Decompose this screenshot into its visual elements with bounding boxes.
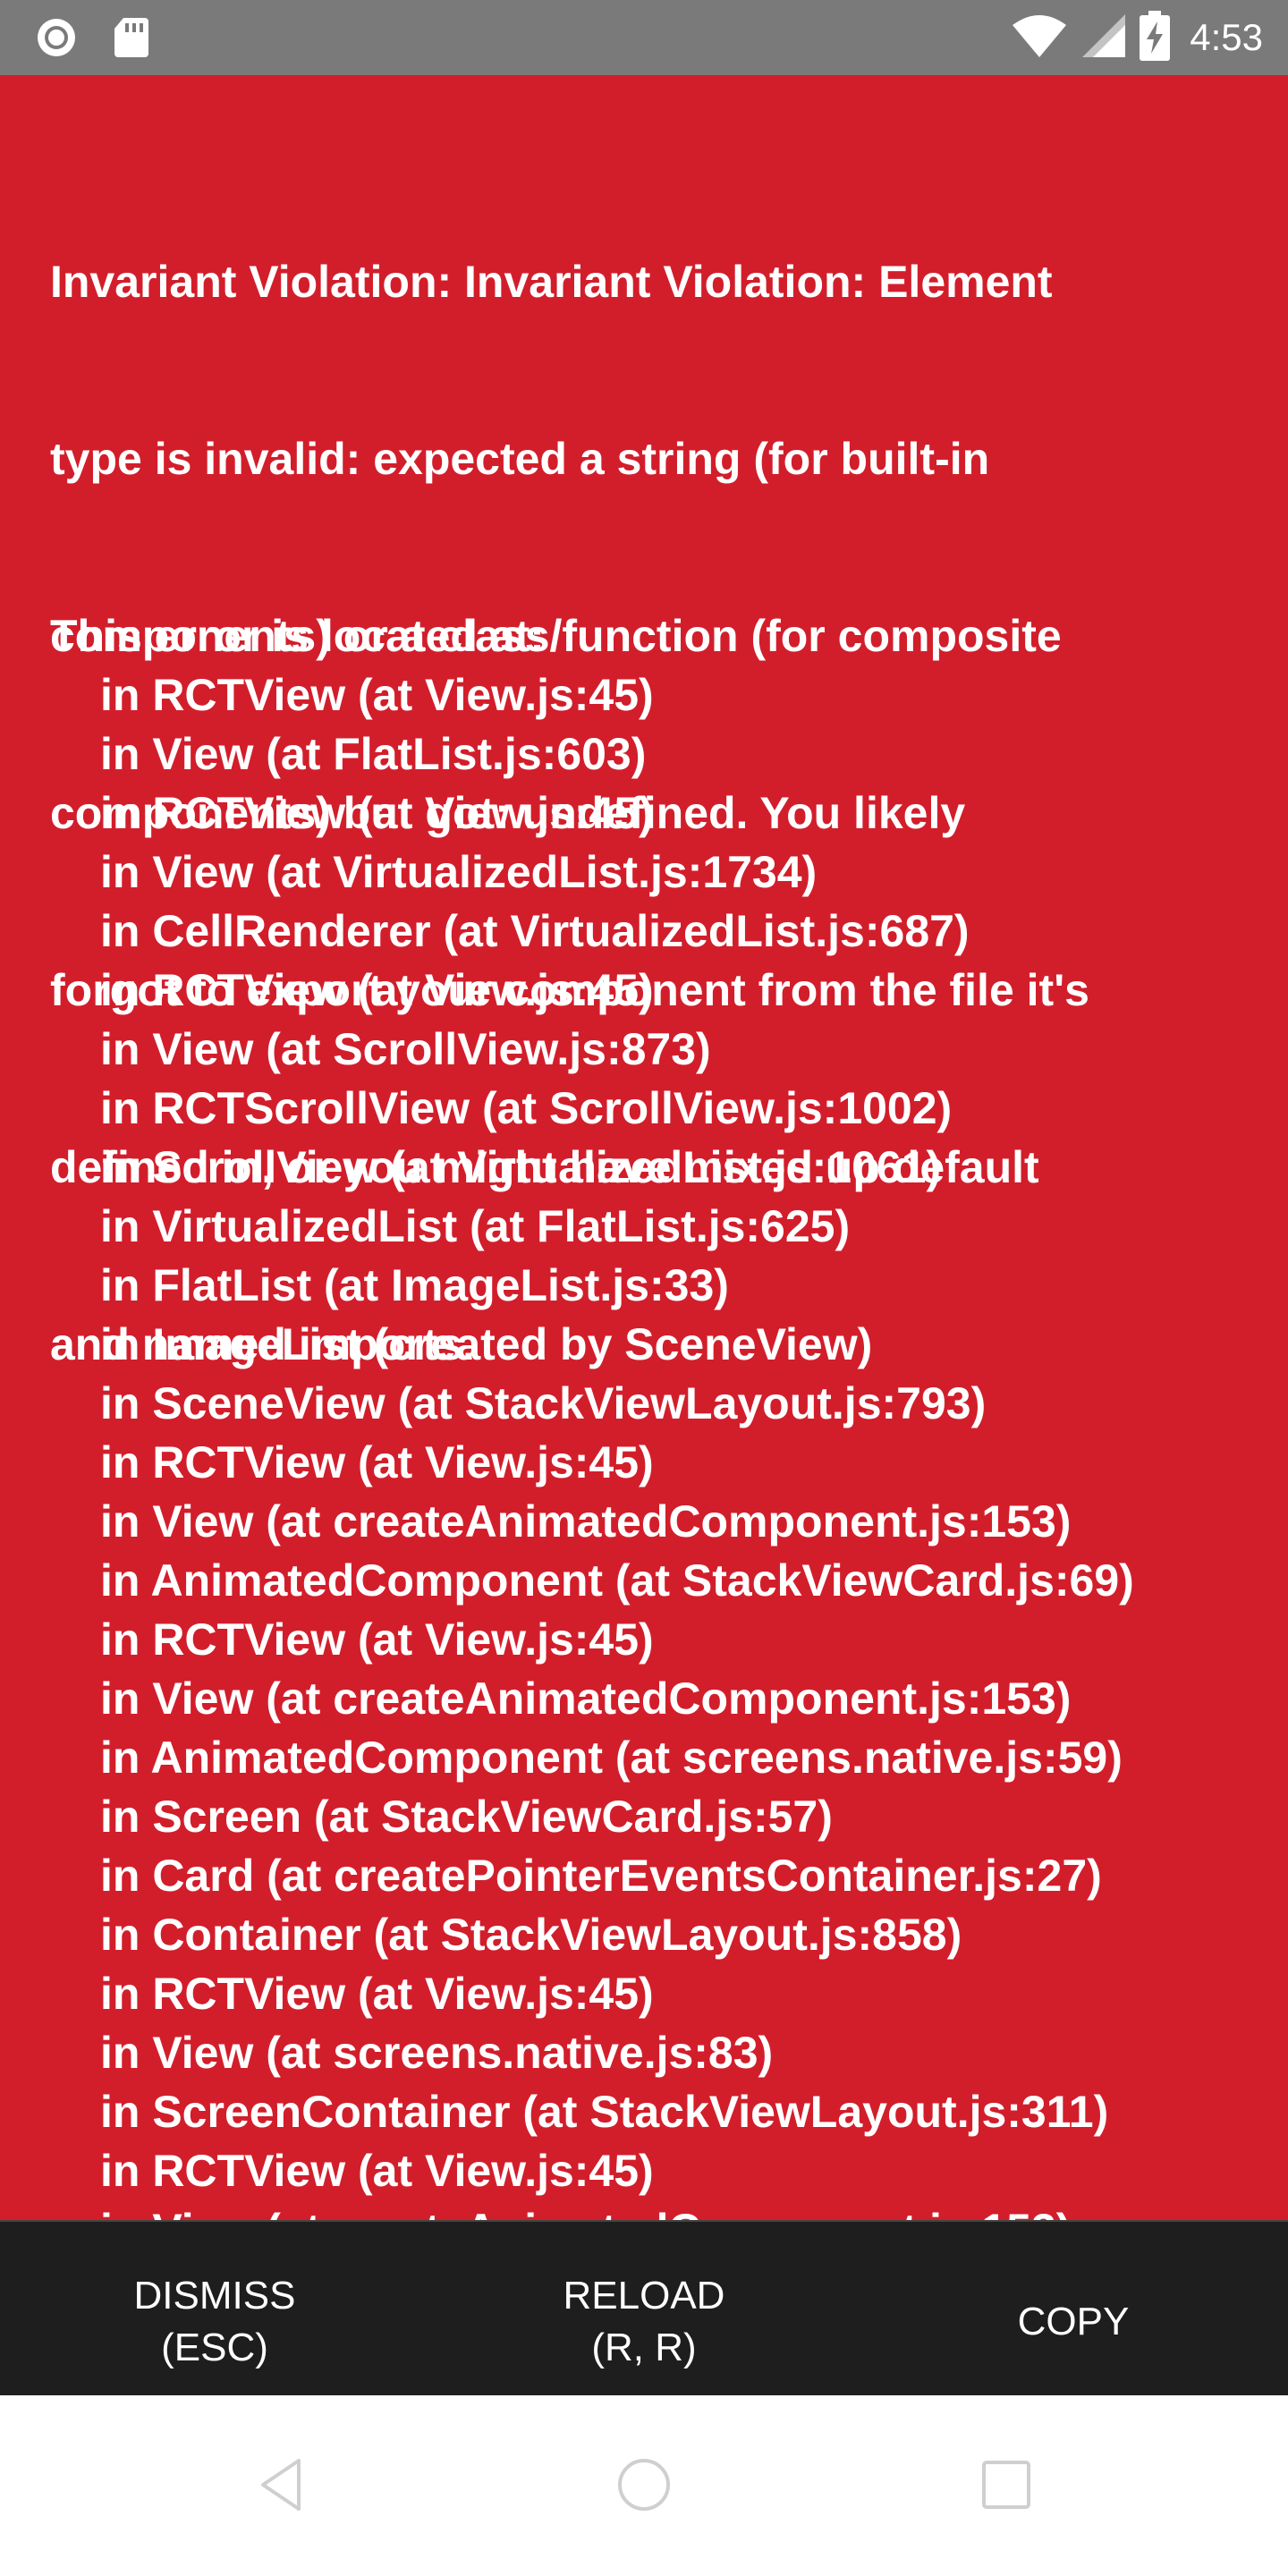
back-icon[interactable] (228, 2449, 335, 2521)
stack-frame: in Container (at StackViewLayout.js:858) (100, 1910, 962, 1960)
stack-frame: in SceneView (at StackViewLayout.js:793) (100, 1378, 987, 1428)
reload-shortcut: (R, R) (591, 2325, 697, 2369)
reload-button[interactable]: RELOAD (R, R) (429, 2222, 859, 2397)
stack-frame: in AnimatedComponent (at StackViewCard.j… (100, 1555, 1134, 1606)
stack-frame: in Card (at createPointerEventsContainer… (100, 1851, 1102, 1901)
stack-trace-list: in RCTView (at View.js:45) in View (at F… (100, 665, 1134, 2220)
stack-frame: in View (at createAnimatedComponent.js:1… (100, 1496, 1072, 1546)
stack-frame: in RCTView (at View.js:45) (100, 1614, 654, 1665)
stack-frame: in View (at screens.native.js:83) (100, 2028, 774, 2078)
stack-frame: in Screen (at StackViewCard.js:57) (100, 1792, 833, 1842)
stack-frame: in AnimatedComponent (at screens.native.… (100, 1733, 1123, 1783)
stack-frame: in RCTView (at View.js:45) (100, 965, 654, 1015)
navigation-bar (0, 2395, 1288, 2576)
battery-charging-icon (1140, 11, 1171, 64)
stack-frame: in RCTScrollView (at ScrollView.js:1002) (100, 1083, 953, 1133)
home-icon[interactable] (590, 2449, 698, 2521)
status-time: 4:53 (1190, 16, 1263, 58)
stack-frame: in View (at ScrollView.js:873) (100, 1024, 711, 1074)
dismiss-shortcut: (ESC) (161, 2325, 268, 2369)
signal-icon (1080, 13, 1127, 63)
dismiss-label: DISMISS (133, 2273, 296, 2318)
stack-frame: in RCTView (at View.js:45) (100, 2146, 654, 2196)
stack-frame: in FlatList (at ImageList.js:33) (100, 1260, 729, 1310)
sd-card-icon (113, 16, 150, 59)
error-message-line: Invariant Violation: Invariant Violation… (50, 257, 1053, 307)
stack-frame: in RCTView (at View.js:45) (100, 1969, 654, 2019)
phone-screen: 4:53 Invariant Violation: Invariant Viol… (0, 0, 1288, 2576)
stack-frame: in View (at createAnimatedComponent.js:1… (100, 1674, 1072, 1724)
wifi-icon (1011, 13, 1068, 63)
error-message-line: type is invalid: expected a string (for … (50, 434, 990, 484)
stack-frame: in RCTView (at View.js:45) (100, 788, 654, 838)
stack-frame: in RCTView (at View.js:45) (100, 1437, 654, 1487)
copy-button[interactable]: COPY (859, 2222, 1288, 2397)
stack-frame: in RCTView (at View.js:45) (100, 670, 654, 720)
stack-frame: in View (at VirtualizedList.js:1734) (100, 847, 818, 897)
stack-frame: in VirtualizedList (at FlatList.js:625) (100, 1201, 851, 1251)
stack-frame: in ScrollView (at VirtualizedList.js:106… (100, 1142, 942, 1192)
status-bar: 4:53 (0, 0, 1288, 75)
status-right-group: 4:53 (1011, 0, 1263, 75)
record-icon (34, 16, 79, 59)
copy-label: COPY (1017, 2299, 1130, 2343)
recents-icon[interactable] (953, 2449, 1060, 2521)
error-redbox[interactable]: Invariant Violation: Invariant Violation… (0, 75, 1288, 2220)
stack-frame: in ImageList (created by SceneView) (100, 1319, 873, 1369)
redbox-action-bar: DISMISS (ESC) RELOAD (R, R) COPY (0, 2220, 1288, 2397)
stack-frame: in ScreenContainer (at StackViewLayout.j… (100, 2087, 1109, 2137)
stack-frame: in View (at createAnimatedComponent.js:1… (100, 2200, 1134, 2220)
stack-frame: in CellRenderer (at VirtualizedList.js:6… (100, 906, 970, 956)
reload-label: RELOAD (563, 2273, 725, 2318)
stack-title: This error is located at: (50, 611, 545, 661)
dismiss-button[interactable]: DISMISS (ESC) (0, 2222, 429, 2397)
stack-frame: in View (at FlatList.js:603) (100, 729, 647, 779)
